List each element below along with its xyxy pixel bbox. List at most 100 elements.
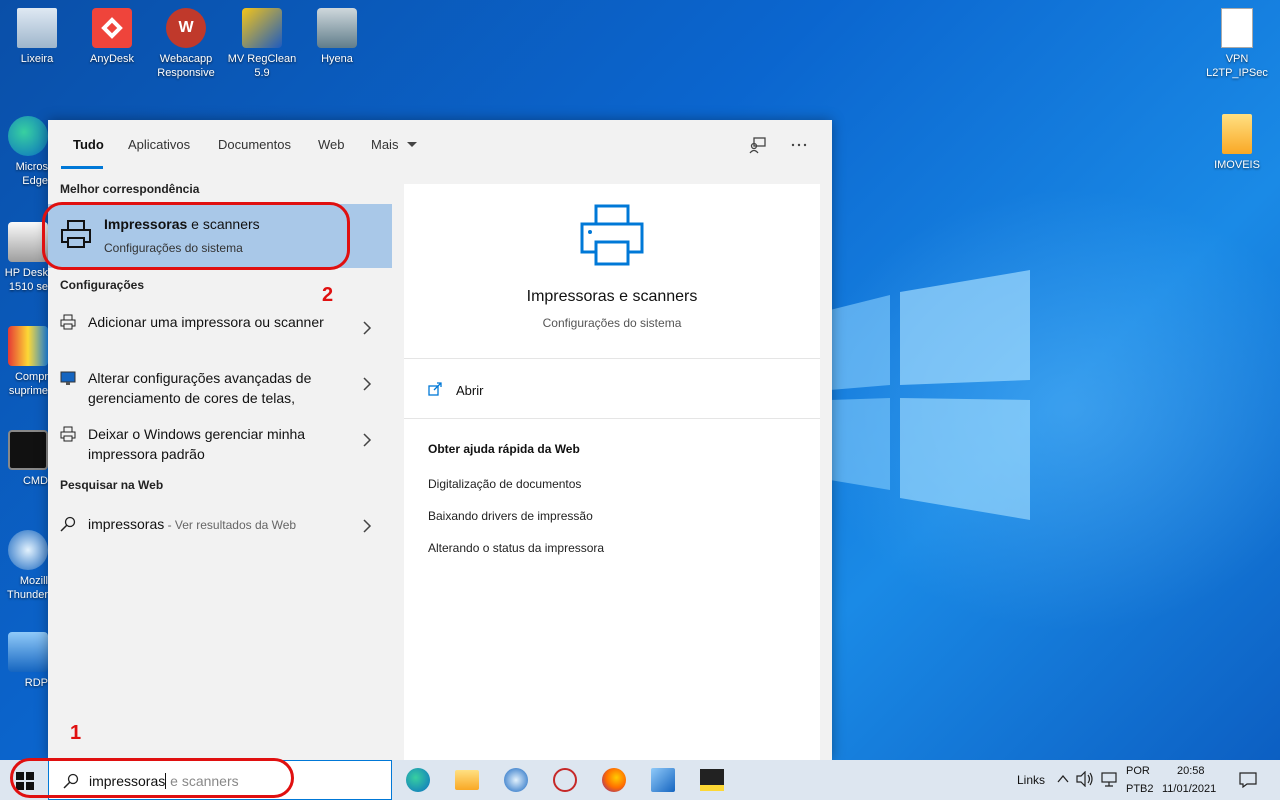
keyboard-layout[interactable]: PTB2 xyxy=(1126,783,1154,795)
search-icon xyxy=(60,516,76,532)
document-icon xyxy=(1221,8,1253,48)
tab-aplicativos[interactable]: Aplicativos xyxy=(128,137,190,152)
settings-header: Configurações xyxy=(60,278,145,292)
annotation-oval-best-match xyxy=(42,202,350,270)
clock-time[interactable]: 20:58 xyxy=(1177,765,1205,777)
recycle-bin-icon xyxy=(17,8,57,48)
desktop-icon-hp-printer[interactable]: HP Desk 1510 se xyxy=(0,222,48,294)
thunderbird-icon xyxy=(8,530,48,570)
help-link[interactable]: Digitalização de documentos xyxy=(428,477,581,491)
desktop-icon-recycle-bin[interactable]: Lixeira xyxy=(0,8,74,66)
desktop-icon-anydesk[interactable]: AnyDesk xyxy=(75,8,149,66)
cmd-icon xyxy=(8,430,48,470)
annotation-oval-search xyxy=(10,758,294,798)
thunderbird-taskbar-icon[interactable] xyxy=(504,768,528,792)
desktop-icon-label: CMD xyxy=(22,475,48,487)
feedback-icon[interactable] xyxy=(749,136,767,154)
settings-item-label: Deixar o Windows gerenciar minha impress… xyxy=(88,426,306,462)
sticky-notes-icon[interactable] xyxy=(700,769,724,791)
desktop-icon-thunderbird[interactable]: Mozill Thunder xyxy=(0,530,48,602)
settings-item-color-management[interactable]: Alterar configurações avançadas de geren… xyxy=(48,360,392,416)
anydesk-icon xyxy=(92,8,132,48)
search-tabs: Tudo Aplicativos Documentos Web Mais xyxy=(48,120,832,170)
network-icon[interactable] xyxy=(1101,771,1119,789)
desktop-icon-label: Mozill Thunder xyxy=(7,575,48,601)
desktop-icon-edge[interactable]: Micros Edge xyxy=(0,116,48,188)
network-tool-icon[interactable] xyxy=(651,768,675,792)
desktop-icon-webacapp[interactable]: W Webacapp Responsive xyxy=(149,8,223,80)
desktop-icon-label: Webacapp Responsive xyxy=(157,53,215,79)
desktop-icon-label: VPN L2TP_IPSec xyxy=(1206,53,1268,79)
help-link[interactable]: Alterando o status da impressora xyxy=(428,541,604,555)
web-search-header: Pesquisar na Web xyxy=(60,478,164,492)
tab-documentos[interactable]: Documentos xyxy=(218,137,291,152)
rdp-icon xyxy=(8,632,48,672)
regclean-icon xyxy=(242,8,282,48)
desktop-icon-label: HP Desk 1510 se xyxy=(4,267,48,293)
chevron-up-icon[interactable] xyxy=(1057,774,1069,784)
printer-large-icon xyxy=(580,204,644,266)
help-link[interactable]: Baixando drivers de impressão xyxy=(428,509,593,523)
chevron-right-icon[interactable] xyxy=(361,518,373,534)
volume-icon[interactable] xyxy=(1076,771,1094,787)
web-search-item[interactable]: impressoras - Ver resultados da Web xyxy=(48,504,392,544)
wallpaper-glow xyxy=(760,150,1280,670)
desktop-icon-label: Hyena xyxy=(321,53,353,65)
monitor-icon xyxy=(60,371,76,385)
language-indicator[interactable]: POR xyxy=(1126,765,1150,777)
open-label: Abrir xyxy=(456,383,484,398)
best-match-header: Melhor correspondência xyxy=(60,182,200,196)
preview-subtitle: Configurações do sistema xyxy=(542,316,682,330)
desktop-icon-regclean[interactable]: MV RegClean 5.9 xyxy=(225,8,299,80)
annotation-number-2: 2 xyxy=(322,284,334,306)
desktop-icon-vpn[interactable]: VPN L2TP_IPSec xyxy=(1200,8,1274,80)
tab-mais-label: Mais xyxy=(371,137,399,152)
help-header: Obter ajuda rápida da Web xyxy=(428,442,580,456)
chevron-right-icon[interactable] xyxy=(361,320,373,336)
snipping-tool-icon[interactable] xyxy=(553,768,577,792)
desktop-icon-supplies[interactable]: Compr suprime xyxy=(0,326,48,398)
desktop-icon-label: IMOVEIS xyxy=(1214,159,1260,171)
more-options-icon[interactable] xyxy=(791,143,807,147)
tab-tudo[interactable]: Tudo xyxy=(73,137,104,152)
edge-taskbar-icon[interactable] xyxy=(406,768,430,792)
chevron-right-icon[interactable] xyxy=(361,432,373,448)
webacapp-icon: W xyxy=(166,8,206,48)
desktop-icon-hyena[interactable]: Hyena xyxy=(300,8,374,66)
web-search-suffix: - Ver resultados da Web xyxy=(164,518,297,532)
desktop-icon-label: RDP xyxy=(24,677,48,689)
desktop-icon-label: Lixeira xyxy=(20,53,54,65)
annotation-number-1: 1 xyxy=(70,722,82,744)
open-action[interactable]: Abrir xyxy=(428,380,788,404)
web-search-label: impressoras - Ver resultados da Web xyxy=(88,514,348,535)
settings-item-label: Alterar configurações avançadas de geren… xyxy=(88,370,312,406)
edge-icon xyxy=(8,116,48,156)
desktop-icon-rdp[interactable]: RDP xyxy=(0,632,48,690)
file-explorer-icon[interactable] xyxy=(455,770,479,790)
desktop: { "desktop": { "icons_left": [ {"label":… xyxy=(0,0,1280,800)
firefox-icon[interactable] xyxy=(602,768,626,792)
preview-title: Impressoras e scanners xyxy=(526,288,698,305)
supplies-icon xyxy=(8,326,48,366)
hyena-icon xyxy=(317,8,357,48)
divider xyxy=(404,418,820,419)
chevron-down-icon xyxy=(407,142,418,147)
settings-item-default-printer[interactable]: Deixar o Windows gerenciar minha impress… xyxy=(48,416,392,472)
tab-web[interactable]: Web xyxy=(318,137,345,152)
desktop-icon-cmd[interactable]: CMD xyxy=(0,430,48,488)
active-tab-indicator xyxy=(61,166,103,169)
chevron-right-icon[interactable] xyxy=(361,376,373,392)
settings-item-add-printer[interactable]: Adicionar uma impressora ou scanner xyxy=(48,304,392,360)
desktop-icon-label: MV RegClean 5.9 xyxy=(227,53,297,79)
tab-mais[interactable]: Mais xyxy=(371,137,418,152)
divider xyxy=(404,358,820,359)
settings-item-label: Adicionar uma impressora ou scanner xyxy=(88,314,324,330)
folder-icon xyxy=(1222,114,1252,154)
desktop-icon-imoveis[interactable]: IMOVEIS xyxy=(1200,114,1274,172)
clock-date[interactable]: 11/01/2021 xyxy=(1162,783,1216,795)
notifications-icon[interactable] xyxy=(1239,772,1257,788)
links-toolbar[interactable]: Links xyxy=(1017,773,1045,787)
desktop-icon-label: AnyDesk xyxy=(89,53,135,65)
printer-icon xyxy=(60,426,76,442)
web-search-query: impressoras xyxy=(88,516,165,532)
